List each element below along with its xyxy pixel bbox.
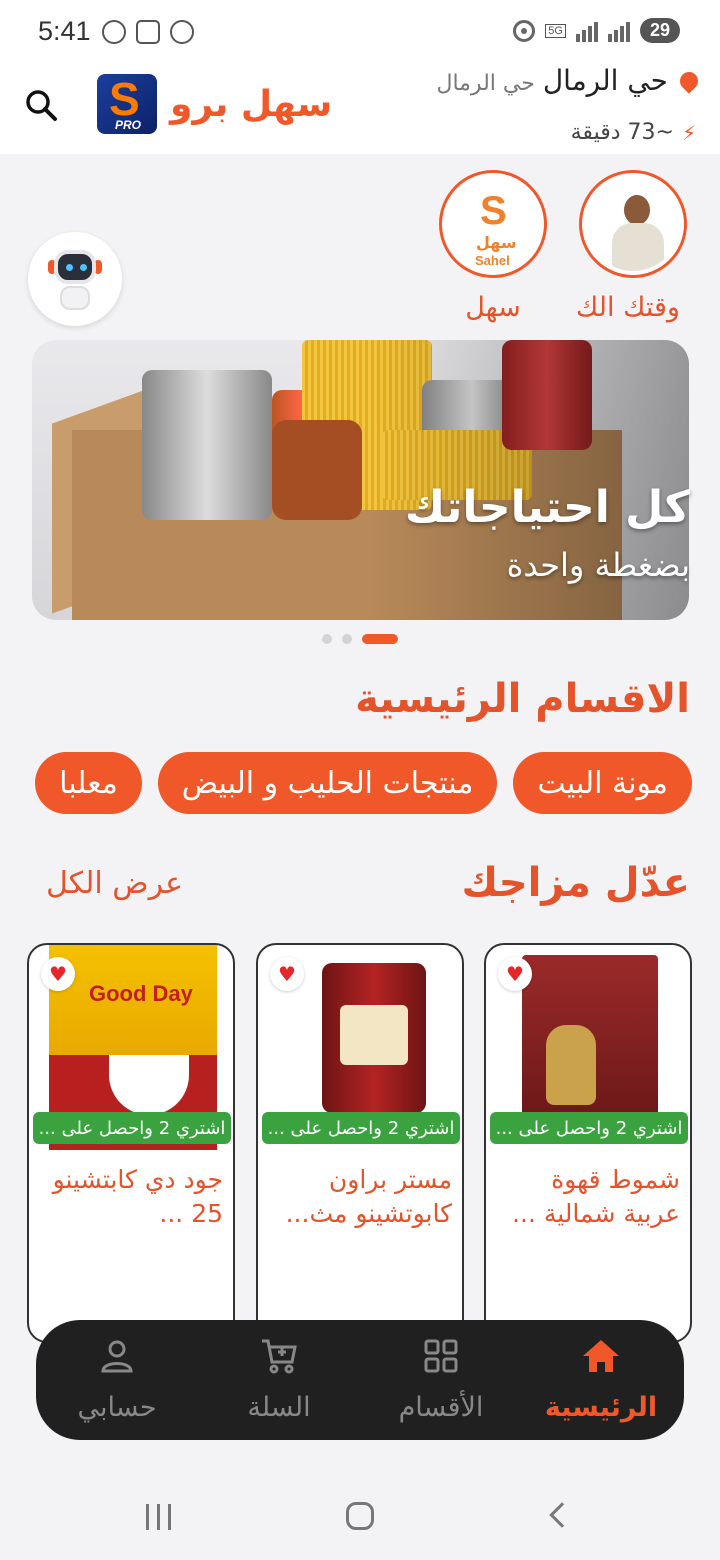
product-name: مستر براون كابوتشينو مث... bbox=[285, 1165, 452, 1228]
search-icon[interactable] bbox=[24, 88, 58, 122]
product-card[interactable]: Good Day ♥ اشتري 2 واحصل على ... جود دي … bbox=[27, 943, 235, 1343]
sahel-logo-icon: S سهل Sahel bbox=[446, 177, 540, 271]
banner-subtitle: بضغطة واحدة bbox=[506, 546, 690, 584]
nav-item-categories[interactable]: الأقسام bbox=[366, 1336, 516, 1423]
offer-badge: اشتري 2 واحصل على ... bbox=[262, 1112, 460, 1144]
product-card[interactable]: ♥ اشتري 2 واحصل على ... شموط قهوة عربية … bbox=[484, 943, 692, 1343]
story-label: سهل bbox=[465, 292, 521, 323]
mood-section-title: عدّل مزاجك bbox=[461, 860, 691, 906]
home-icon bbox=[583, 1340, 619, 1372]
hotspot-icon bbox=[513, 19, 536, 42]
location-selector[interactable]: حي الرمال حي الرمال bbox=[436, 64, 702, 97]
favorite-button[interactable]: ♥ bbox=[270, 957, 304, 991]
delivery-eta: ⚡ ~73 دقيقة bbox=[571, 120, 696, 145]
pagination-dot[interactable] bbox=[342, 634, 352, 644]
status-bar: 5:41 5G 29 bbox=[0, 0, 720, 62]
product-card[interactable]: ♥ اشتري 2 واحصل على ... مستر براون كابوت… bbox=[256, 943, 464, 1343]
category-chip[interactable]: منتجات الحليب و البيض bbox=[157, 752, 498, 814]
app-header: S PRO سهل برو حي الرمال حي الرمال ⚡ ~73 … bbox=[0, 62, 720, 154]
heart-icon: ♥ bbox=[506, 962, 524, 986]
network-type: 5G bbox=[545, 23, 566, 38]
back-icon[interactable] bbox=[549, 1502, 575, 1528]
main-sections-title: الاقسام الرئيسية bbox=[355, 676, 690, 722]
offer-badge: اشتري 2 واحصل على ... bbox=[490, 1112, 688, 1144]
location-pin-icon bbox=[676, 67, 702, 94]
bolt-icon: ⚡ bbox=[681, 120, 696, 145]
view-all-link[interactable]: عرض الكل bbox=[46, 866, 183, 901]
signal-icon-2 bbox=[607, 20, 630, 42]
banner-pagination bbox=[322, 634, 398, 644]
recent-apps-icon[interactable] bbox=[146, 1504, 171, 1530]
nav-item-account[interactable]: حسابي bbox=[42, 1336, 192, 1423]
robot-icon bbox=[54, 250, 96, 284]
bottom-nav: الرئيسية الأقسام السلة حسابي bbox=[36, 1320, 684, 1440]
shopping-bag-icon bbox=[136, 20, 160, 44]
system-nav-bar bbox=[0, 1470, 720, 1560]
cart-icon bbox=[262, 1339, 297, 1374]
offer-badge: اشتري 2 واحصل على ... bbox=[33, 1112, 231, 1144]
category-chip[interactable]: معلبا bbox=[35, 752, 142, 814]
heart-icon: ♥ bbox=[278, 962, 296, 986]
nav-item-cart[interactable]: السلة bbox=[204, 1336, 354, 1423]
status-time: 5:41 bbox=[38, 16, 91, 46]
person-icon bbox=[101, 1340, 133, 1373]
story-item[interactable]: S سهل Sahel سهل bbox=[439, 170, 547, 323]
product-name: جود دي كابتشينو 25 ... bbox=[52, 1165, 223, 1228]
favorite-button[interactable]: ♥ bbox=[41, 957, 75, 991]
grid-icon bbox=[424, 1339, 458, 1373]
app-logo: S PRO bbox=[97, 74, 157, 134]
banner-title: كل احتياجاتك bbox=[404, 482, 690, 533]
battery-level: 29 bbox=[639, 18, 680, 43]
story-person-image bbox=[586, 177, 680, 271]
favorite-button[interactable]: ♥ bbox=[498, 957, 532, 991]
signal-icon bbox=[575, 20, 598, 42]
location-sub: حي الرمال bbox=[436, 71, 535, 96]
chatbot-button[interactable] bbox=[28, 232, 122, 326]
pagination-dot[interactable] bbox=[322, 634, 332, 644]
home-button-icon[interactable] bbox=[346, 1502, 374, 1530]
nav-item-home[interactable]: الرئيسية bbox=[526, 1336, 676, 1423]
brand-name: سهل برو bbox=[170, 84, 333, 125]
pagination-dot-active[interactable] bbox=[362, 634, 398, 644]
category-chips: مونة البيت منتجات الحليب و البيض معلبا bbox=[35, 752, 692, 814]
product-name: شموط قهوة عربية شمالية ... bbox=[512, 1165, 680, 1228]
category-chip[interactable]: مونة البيت bbox=[513, 752, 692, 814]
app-notification-icon bbox=[170, 20, 194, 44]
location-main: حي الرمال bbox=[542, 64, 668, 97]
eta-text: ~73 دقيقة bbox=[570, 120, 674, 145]
story-label: وقتك الك bbox=[576, 292, 680, 323]
whatsapp-icon bbox=[102, 20, 126, 44]
story-item[interactable]: وقتك الك bbox=[576, 170, 687, 323]
heart-icon: ♥ bbox=[49, 962, 67, 986]
